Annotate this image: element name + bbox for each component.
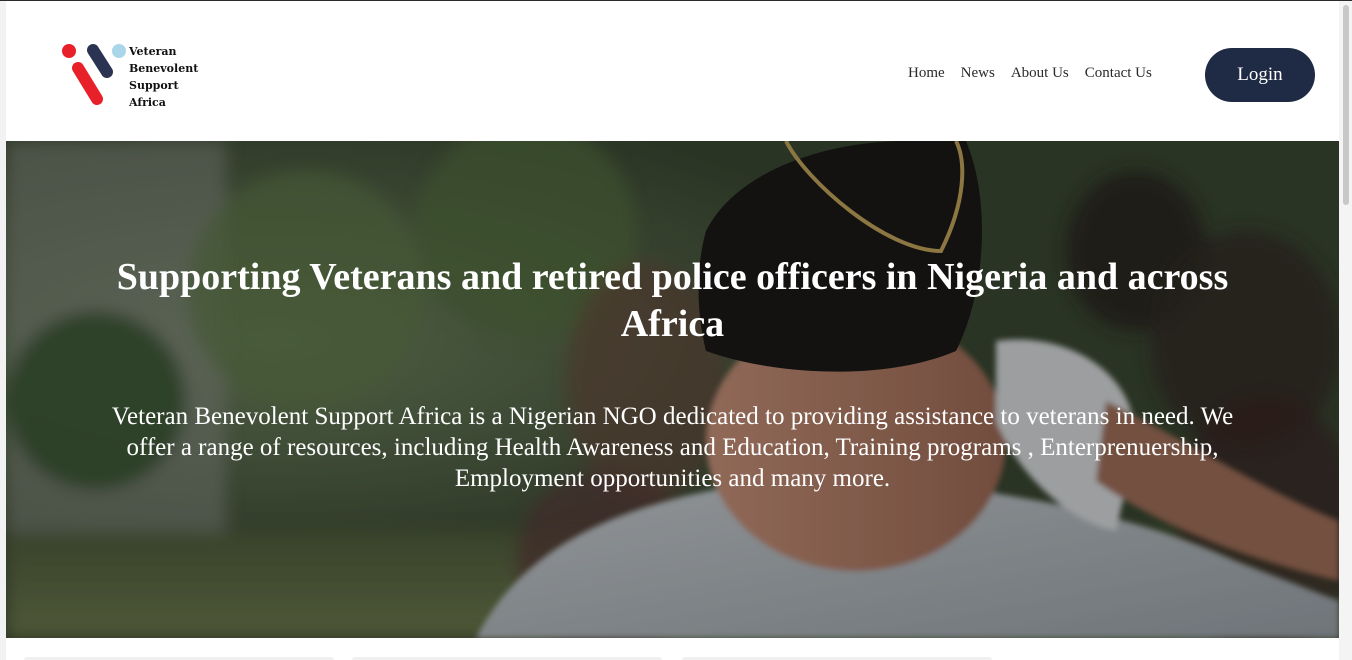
logo-line: Veteran xyxy=(129,45,177,58)
vertical-scrollbar[interactable] xyxy=(1339,1,1352,660)
nav-contact-us-link[interactable]: Contact Us xyxy=(1085,65,1152,82)
hero-section: Supporting Veterans and retired police o… xyxy=(6,141,1339,638)
logo-line: Benevolent xyxy=(129,62,199,75)
content-strip xyxy=(6,638,1339,660)
logo-text: Veteran Benevolent Support Africa xyxy=(129,43,198,111)
site-header: Veteran Benevolent Support Africa Home N… xyxy=(6,1,1339,141)
logo-line: Africa xyxy=(129,96,166,109)
nav-home-link[interactable]: Home xyxy=(908,65,945,82)
site-logo[interactable]: Veteran Benevolent Support Africa xyxy=(60,41,220,111)
logo-line: Support xyxy=(129,79,179,92)
login-button[interactable]: Login xyxy=(1205,48,1315,102)
logo-icon xyxy=(62,44,126,105)
nav-about-us-link[interactable]: About Us xyxy=(1011,65,1069,82)
hero-overlay xyxy=(6,141,1339,638)
hero-description: Veteran Benevolent Support Africa is a N… xyxy=(111,403,1234,492)
nav-news-link[interactable]: News xyxy=(961,65,995,82)
main-nav: Home News About Us Contact Us xyxy=(908,65,1168,82)
hero-title: Supporting Veterans and retired police o… xyxy=(116,256,1229,345)
page: Veteran Benevolent Support Africa Home N… xyxy=(6,1,1339,660)
browser-viewport: Veteran Benevolent Support Africa Home N… xyxy=(0,0,1352,660)
scrollbar-thumb[interactable] xyxy=(1343,5,1349,205)
